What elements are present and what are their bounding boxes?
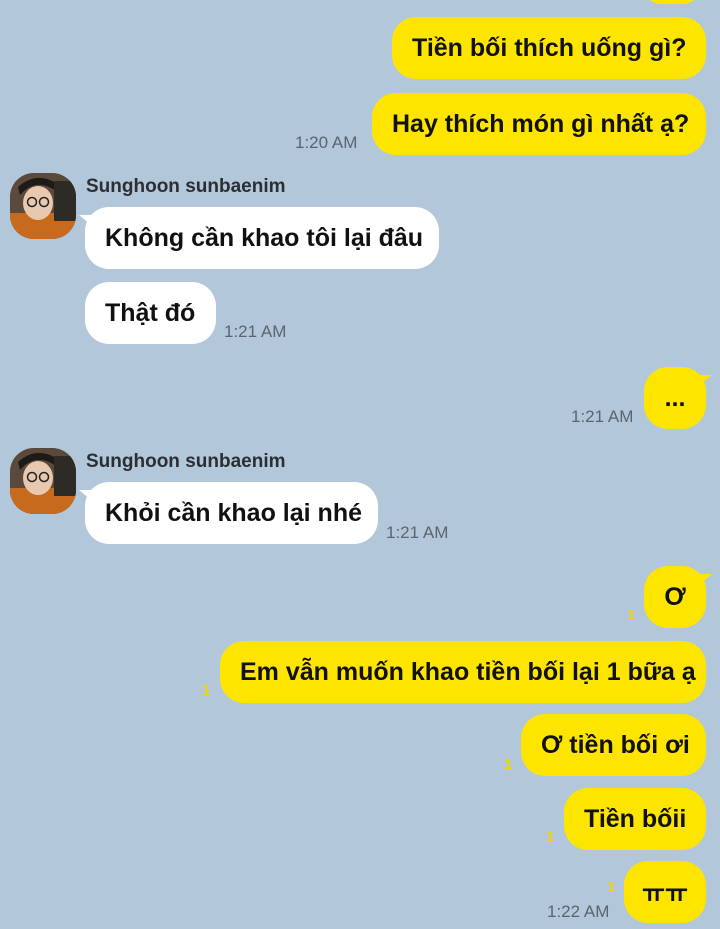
unread-count: 1 (546, 829, 555, 846)
message-bubble-sent: ㅠㅠ (624, 861, 706, 923)
message-bubble-sent: Tiền bốii (564, 788, 706, 850)
message-text: Thật đó (105, 298, 196, 327)
message-bubble-received: Không cần khao tôi lại đâu (79, 207, 439, 269)
unread-count: 1 (504, 756, 513, 773)
message-timestamp: 1:21 AM (386, 523, 449, 542)
message-text: Em vẫn muốn khao tiền bối lại 1 bữa ạ (240, 657, 696, 686)
message-text: Ơ tiền bối ơi (541, 730, 690, 759)
message-timestamp: 1:21 AM (224, 322, 287, 341)
message-text: Khỏi cần khao lại nhé (105, 498, 362, 527)
message-text: Hay thích món gì nhất ạ? (392, 109, 690, 138)
message-bubble-sent: Em vẫn muốn khao tiền bối lại 1 bữa ạ (220, 641, 706, 703)
message-bubble-sent: Ơ (644, 566, 712, 628)
sender-name: Sunghoon sunbaenim (86, 451, 286, 472)
message-text: Tiền bối thích uống gì? (412, 33, 687, 62)
message-bubble-received: Thật đó (85, 282, 216, 344)
profile-photo-icon (10, 448, 76, 514)
unread-count: 1 (607, 879, 616, 896)
message-text: Không cần khao tôi lại đâu (105, 223, 424, 252)
message-bubble-sent: ... (644, 367, 712, 429)
message-timestamp: 1:20 AM (295, 133, 358, 152)
message-text: Ơ (664, 582, 686, 611)
avatar[interactable] (10, 448, 76, 514)
sender-name: Sunghoon sunbaenim (86, 176, 286, 197)
message-bubble-received: Khỏi cần khao lại nhé (79, 482, 378, 544)
message-timestamp: 1:22 AM (547, 902, 610, 921)
unread-count: 1 (627, 607, 636, 624)
profile-photo-icon (10, 173, 76, 239)
avatar[interactable] (10, 173, 76, 239)
message-text: ... (664, 383, 686, 412)
message-bubble-sent: Ơ tiền bối ơi (521, 714, 706, 776)
unread-count: 1 (202, 682, 211, 699)
message-timestamp: 1:21 AM (571, 407, 634, 426)
message-bubble-sent: Hay thích món gì nhất ạ? (372, 93, 706, 155)
message-bubble-sent: Tiền bối thích uống gì? (392, 17, 706, 79)
message-text: ㅠㅠ (641, 880, 688, 908)
message-text: Tiền bốii (584, 804, 687, 833)
message-bubble-partial (644, 0, 700, 4)
